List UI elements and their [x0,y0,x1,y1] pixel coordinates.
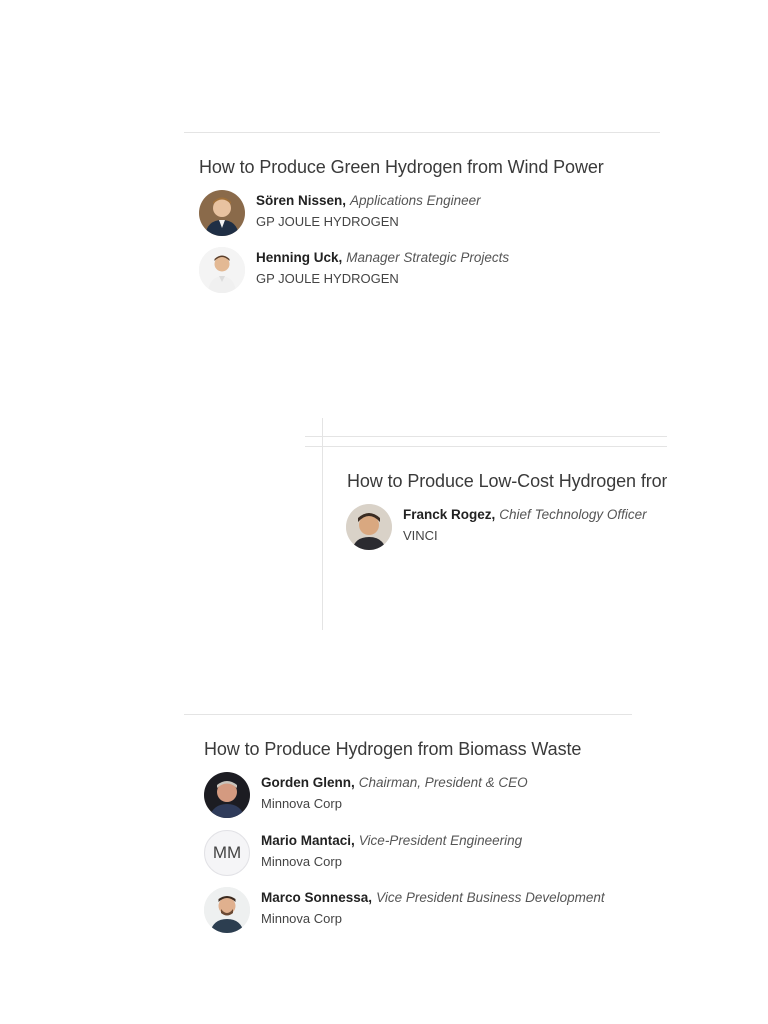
section-divider [305,436,667,437]
session-title[interactable]: How to Produce Green Hydrogen from Wind … [199,157,604,178]
speaker-role: Vice President Business Development [376,890,605,905]
speaker-name[interactable]: Henning Uck [256,250,339,265]
speaker-company: Minnova Corp [261,796,342,811]
speaker-role: Chairman, President & CEO [358,775,528,790]
speaker-name[interactable]: Gorden Glenn [261,775,351,790]
initials-avatar: MM [204,830,250,876]
speaker-name[interactable]: Sören Nissen [256,193,342,208]
section-divider [305,446,667,447]
speaker-company: Minnova Corp [261,854,342,869]
speaker-company: VINCI [403,528,438,543]
speaker-avatar [346,504,392,550]
section-divider [184,132,660,133]
name-separator: , [342,193,347,208]
speaker-role: Chief Technology Officer [499,507,647,522]
speaker-name[interactable]: Mario Mantaci [261,833,351,848]
section-divider [184,714,632,715]
speaker-name[interactable]: Franck Rogez [403,507,492,522]
speaker-role: Vice-President Engineering [358,833,523,848]
speaker-company: GP JOULE HYDROGEN [256,214,399,229]
speaker-avatar [199,247,245,293]
speaker-avatar [199,190,245,236]
name-separator: , [351,775,355,790]
speaker-company: GP JOULE HYDROGEN [256,271,399,286]
speaker-role: Applications Engineer [350,193,481,208]
session-title[interactable]: How to Produce Low-Cost Hydrogen from S [347,471,667,492]
name-separator: , [491,507,496,522]
speaker-avatar [204,772,250,818]
speaker-name[interactable]: Marco Sonnessa [261,890,368,905]
name-separator: , [368,890,373,905]
name-separator: , [338,250,343,265]
speaker-role: Manager Strategic Projects [346,250,510,265]
name-separator: , [351,833,355,848]
section-vertical-divider [322,418,323,630]
speaker-company: Minnova Corp [261,911,342,926]
speaker-avatar [204,887,250,933]
session-title[interactable]: How to Produce Hydrogen from Biomass Was… [204,739,581,760]
